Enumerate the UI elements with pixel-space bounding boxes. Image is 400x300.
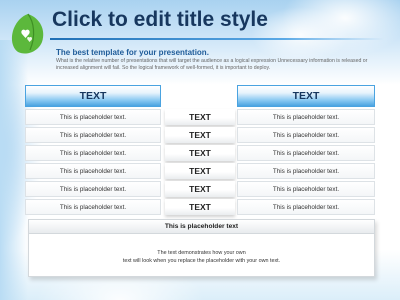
left-cell[interactable]: This is placeholder text. bbox=[25, 145, 161, 161]
middle-label[interactable]: TEXT bbox=[165, 181, 235, 197]
left-cell[interactable]: This is placeholder text. bbox=[25, 181, 161, 197]
middle-label[interactable]: TEXT bbox=[165, 163, 235, 179]
left-cell[interactable]: This is placeholder text. bbox=[25, 199, 161, 215]
right-cell[interactable]: This is placeholder text. bbox=[237, 163, 375, 179]
left-gradient-band bbox=[0, 40, 28, 300]
leaf-heart-icon bbox=[11, 13, 44, 54]
bottom-body-line: The text demonstrates how your own bbox=[157, 250, 246, 256]
title-underline bbox=[50, 38, 384, 40]
right-cell[interactable]: This is placeholder text. bbox=[237, 109, 375, 125]
slide-description[interactable]: What is the relative number of presentat… bbox=[56, 58, 376, 72]
bottom-body-line: text will look when you replace the plac… bbox=[122, 257, 281, 264]
slide-title[interactable]: Click to edit title style bbox=[52, 8, 392, 38]
middle-label[interactable]: TEXT bbox=[165, 199, 235, 215]
left-cell[interactable]: This is placeholder text. bbox=[25, 127, 161, 143]
middle-label[interactable]: TEXT bbox=[165, 127, 235, 143]
left-cell[interactable]: This is placeholder text. bbox=[25, 109, 161, 125]
right-cell[interactable]: This is placeholder text. bbox=[237, 145, 375, 161]
bottom-text-box[interactable]: This is placeholder text The text demons… bbox=[28, 219, 375, 277]
right-column-header[interactable]: TEXT bbox=[237, 85, 375, 107]
middle-label[interactable]: TEXT bbox=[165, 109, 235, 125]
middle-label[interactable]: TEXT bbox=[165, 145, 235, 161]
right-cell[interactable]: This is placeholder text. bbox=[237, 181, 375, 197]
bottom-box-body[interactable]: The text demonstrates how your own text … bbox=[29, 250, 374, 265]
left-column-header[interactable]: TEXT bbox=[25, 85, 161, 107]
slide-subtitle[interactable]: The best template for your presentation. bbox=[56, 48, 209, 57]
right-cell[interactable]: This is placeholder text. bbox=[237, 199, 375, 215]
left-cell[interactable]: This is placeholder text. bbox=[25, 163, 161, 179]
bottom-box-title[interactable]: This is placeholder text bbox=[29, 220, 374, 234]
right-cell[interactable]: This is placeholder text. bbox=[237, 127, 375, 143]
